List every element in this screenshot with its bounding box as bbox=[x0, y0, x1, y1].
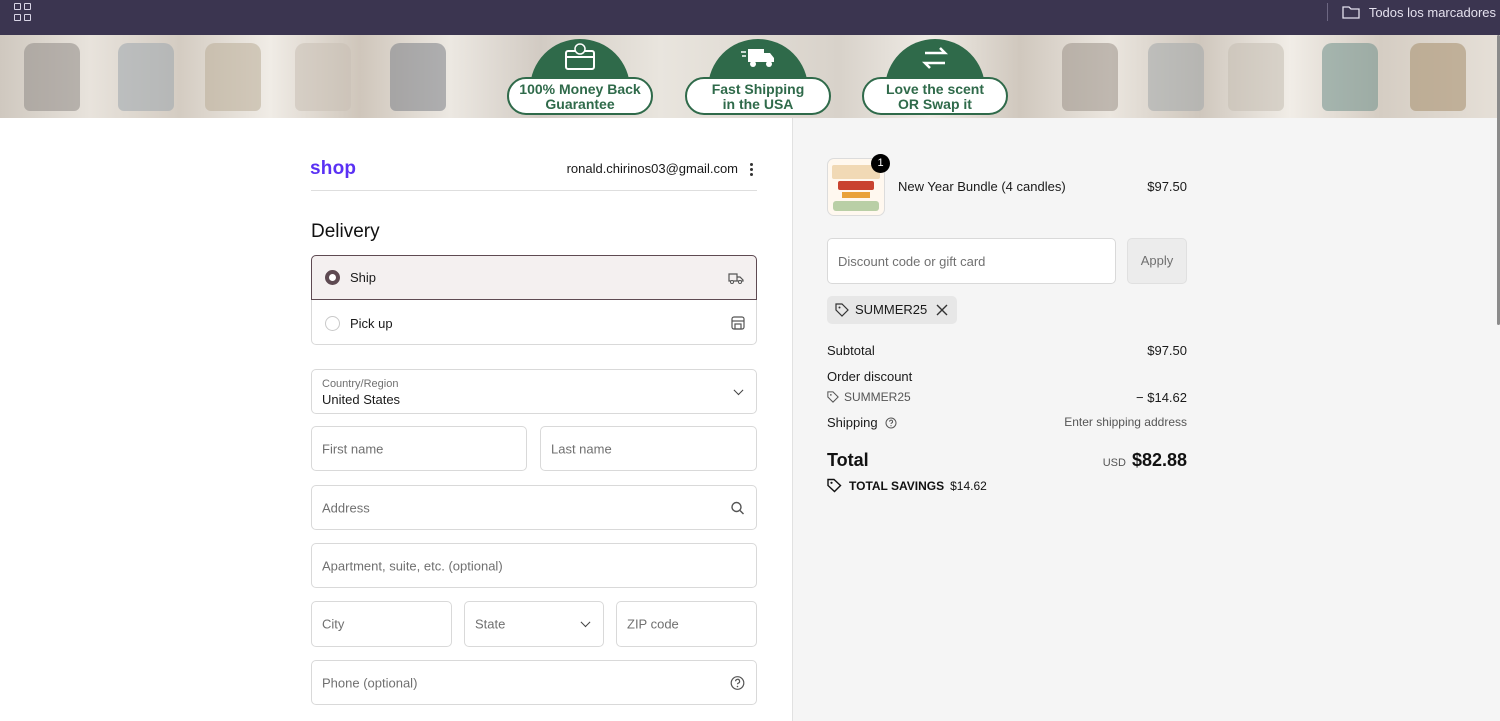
total-label: Total bbox=[827, 450, 869, 470]
subtotal-label: Subtotal bbox=[827, 343, 875, 358]
quantity-badge: 1 bbox=[871, 154, 890, 173]
discount-code-label: SUMMER25 bbox=[844, 390, 911, 404]
remove-code-icon[interactable] bbox=[936, 304, 948, 316]
tag-icon bbox=[827, 391, 839, 403]
candle-image bbox=[390, 43, 446, 111]
candle-image bbox=[118, 43, 174, 111]
product-name: New Year Bundle (4 candles) bbox=[898, 179, 1066, 194]
savings-tag-icon bbox=[827, 478, 842, 493]
candle-image bbox=[1148, 43, 1204, 111]
help-icon[interactable] bbox=[730, 675, 745, 690]
phone-field[interactable]: Phone (optional) bbox=[311, 660, 757, 705]
credit-card-icon bbox=[565, 43, 595, 70]
applied-code-label: SUMMER25 bbox=[855, 302, 928, 317]
address-placeholder: Address bbox=[322, 500, 370, 515]
bookmarks-folder-label: Todos los marcadores bbox=[1368, 4, 1496, 20]
first-name-placeholder: First name bbox=[322, 441, 384, 456]
badge-line-2: in the USA bbox=[722, 96, 794, 112]
address-field[interactable]: Address bbox=[311, 485, 757, 530]
bookmarks-bar: Todos los marcadores bbox=[0, 0, 1500, 35]
store-icon bbox=[731, 316, 745, 330]
account-menu-icon[interactable] bbox=[745, 160, 757, 178]
delivery-option-ship[interactable]: Ship bbox=[311, 255, 757, 300]
state-placeholder: State bbox=[475, 616, 506, 632]
ship-label: Ship bbox=[350, 270, 377, 285]
candle-image bbox=[24, 43, 80, 111]
subtotal-value: $97.50 bbox=[1147, 343, 1187, 358]
swap-scent-badge: Love the scent OR Swap it bbox=[862, 39, 1008, 117]
zip-placeholder: ZIP code bbox=[627, 616, 679, 632]
pickup-radio[interactable] bbox=[325, 315, 340, 331]
checkout-form: shop ronald.chirinos03@gmail.com Deliver… bbox=[0, 118, 792, 721]
applied-discount-tag: SUMMER25 bbox=[827, 296, 958, 324]
country-value: United States bbox=[322, 392, 401, 407]
badge-line-1: 100% Money Back bbox=[519, 81, 641, 97]
fast-shipping-badge: Fast Shipping in the USA bbox=[685, 39, 831, 117]
help-icon[interactable] bbox=[885, 417, 897, 429]
search-icon bbox=[731, 501, 744, 514]
candle-image bbox=[1062, 43, 1118, 111]
ship-radio[interactable] bbox=[325, 270, 340, 285]
last-name-field[interactable]: Last name bbox=[540, 426, 757, 471]
candle-image bbox=[295, 43, 351, 111]
product-price: $97.50 bbox=[1147, 179, 1187, 194]
discount-placeholder: Discount code or gift card bbox=[838, 254, 986, 269]
last-name-placeholder: Last name bbox=[551, 441, 612, 456]
header-divider bbox=[311, 190, 757, 191]
apps-grid-icon[interactable] bbox=[14, 3, 32, 21]
country-label: Country/Region bbox=[322, 378, 399, 390]
state-select[interactable]: State bbox=[464, 601, 604, 647]
savings-value: $14.62 bbox=[950, 478, 987, 493]
badge-line-1: Love the scent bbox=[885, 81, 985, 97]
shipping-label: Shipping bbox=[827, 415, 878, 430]
order-discount-label: Order discount bbox=[827, 369, 913, 384]
savings-label: TOTAL SAVINGS bbox=[849, 478, 945, 493]
city-field[interactable]: City bbox=[311, 601, 452, 647]
delivery-truck-icon bbox=[741, 49, 774, 67]
candle-image bbox=[1322, 43, 1378, 111]
truck-icon bbox=[728, 273, 744, 284]
shipping-value: Enter shipping address bbox=[1064, 415, 1187, 429]
candle-image bbox=[205, 43, 261, 111]
currency-code: USD bbox=[1102, 457, 1126, 469]
apply-button[interactable]: Apply bbox=[1127, 238, 1187, 284]
shop-logo[interactable]: shop bbox=[310, 158, 356, 180]
chevron-down-icon bbox=[580, 617, 591, 628]
total-savings: TOTAL SAVINGS $14.62 bbox=[827, 478, 987, 493]
pickup-label: Pick up bbox=[350, 315, 393, 331]
apartment-field[interactable]: Apartment, suite, etc. (optional) bbox=[311, 543, 757, 588]
country-select[interactable]: Country/Region United States bbox=[311, 369, 757, 414]
shipping-row: Shipping bbox=[827, 415, 897, 430]
discount-code-input[interactable]: Discount code or gift card bbox=[827, 238, 1116, 284]
candle-image bbox=[1410, 43, 1466, 111]
delivery-option-pickup[interactable]: Pick up bbox=[312, 301, 758, 345]
chevron-down-icon bbox=[733, 384, 744, 395]
badge-line-2: OR Swap it bbox=[898, 96, 972, 112]
total-amount: $82.88 bbox=[1131, 450, 1187, 470]
account-email: ronald.chirinos03@gmail.com bbox=[566, 161, 738, 176]
badge-line-1: Fast Shipping bbox=[711, 81, 805, 97]
phone-placeholder: Phone (optional) bbox=[322, 675, 418, 690]
candle-image bbox=[1228, 43, 1284, 111]
tag-icon bbox=[835, 303, 849, 317]
store-banner: 100% Money Back Guarantee Fast Shipping in… bbox=[0, 35, 1500, 118]
delivery-method-group: Ship Pick up bbox=[311, 255, 757, 345]
first-name-field[interactable]: First name bbox=[311, 426, 527, 471]
order-summary: 1 New Year Bundle (4 candles) $97.50 Dis… bbox=[792, 118, 1500, 721]
all-bookmarks[interactable]: Todos los marcadores bbox=[1326, 1, 1496, 23]
total-value-row: USD $82.88 bbox=[987, 450, 1187, 471]
delivery-heading: Delivery bbox=[311, 221, 380, 242]
swap-arrows-icon bbox=[921, 47, 949, 69]
zip-field[interactable]: ZIP code bbox=[616, 601, 757, 647]
folder-icon bbox=[1342, 6, 1360, 19]
apartment-placeholder: Apartment, suite, etc. (optional) bbox=[322, 558, 503, 573]
badge-line-2: Guarantee bbox=[545, 96, 615, 112]
discount-value: − $14.62 bbox=[1136, 390, 1187, 405]
money-back-badge: 100% Money Back Guarantee bbox=[507, 39, 653, 117]
bookmarks-divider bbox=[1326, 3, 1328, 21]
city-placeholder: City bbox=[322, 616, 345, 632]
